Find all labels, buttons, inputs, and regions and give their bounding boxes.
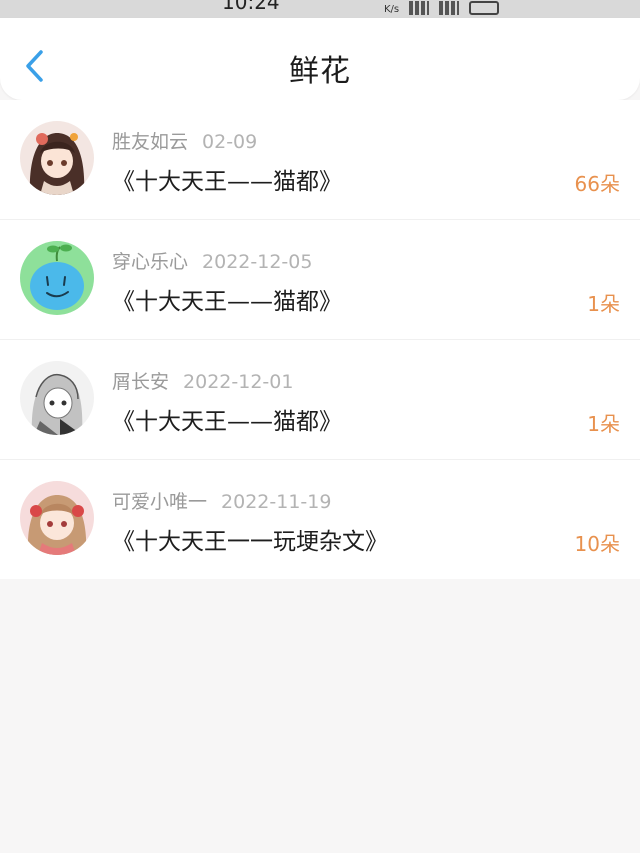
signal-icon xyxy=(409,1,430,15)
avatar[interactable] xyxy=(20,361,94,435)
flower-amount: 10朵 xyxy=(574,532,620,556)
list-item[interactable]: 胜友如云 02-09 《十大天王——猫都》 66朵 xyxy=(0,100,640,219)
nav-header: 鲜花 xyxy=(0,18,640,100)
page-title: 鲜花 xyxy=(289,54,351,89)
status-bar: 10:24 K/s xyxy=(0,0,640,18)
record-date: 2022-12-01 xyxy=(183,371,294,393)
list-item[interactable]: 穿心乐心 2022-12-05 《十大天王——猫都》 1朵 xyxy=(0,219,640,339)
avatar[interactable] xyxy=(20,481,94,555)
book-title[interactable]: 《十大天王——猫都》 xyxy=(112,162,342,196)
flower-amount: 1朵 xyxy=(587,412,620,436)
username[interactable]: 可爱小唯一 xyxy=(112,491,207,513)
status-time: 10:24 xyxy=(222,0,280,14)
book-title[interactable]: 《十大天王——猫都》 xyxy=(112,282,342,316)
record-date: 02-09 xyxy=(202,131,258,153)
list-item[interactable]: 屑长安 2022-12-01 《十大天王——猫都》 1朵 xyxy=(0,339,640,459)
flower-record-list: 胜友如云 02-09 《十大天王——猫都》 66朵 穿心乐心 2022-12-05 … xyxy=(0,100,640,579)
signal-icon-2 xyxy=(439,1,460,15)
avatar[interactable] xyxy=(20,121,94,195)
network-speed: K/s xyxy=(384,4,400,15)
username[interactable]: 穿心乐心 xyxy=(112,251,188,273)
status-icons: K/s xyxy=(384,0,500,15)
username[interactable]: 胜友如云 xyxy=(112,131,188,153)
record-meta: 穿心乐心 2022-12-05 xyxy=(112,247,312,274)
book-title[interactable]: 《十大天王——猫都》 xyxy=(112,402,342,436)
list-item[interactable]: 可爱小唯一 2022-11-19 《十大天王一一玩埂杂文》 10朵 xyxy=(0,459,640,579)
avatar[interactable] xyxy=(20,241,94,315)
flower-amount: 66朵 xyxy=(574,172,620,196)
record-meta: 屑长安 2022-12-01 xyxy=(112,367,293,394)
record-date: 2022-12-05 xyxy=(202,251,313,273)
record-meta: 胜友如云 02-09 xyxy=(112,127,257,154)
record-meta: 可爱小唯一 2022-11-19 xyxy=(112,487,331,514)
battery-icon xyxy=(469,1,500,15)
flower-amount: 1朵 xyxy=(587,292,620,316)
username[interactable]: 屑长安 xyxy=(112,371,169,393)
book-title[interactable]: 《十大天王一一玩埂杂文》 xyxy=(112,522,388,556)
record-date: 2022-11-19 xyxy=(221,491,332,513)
